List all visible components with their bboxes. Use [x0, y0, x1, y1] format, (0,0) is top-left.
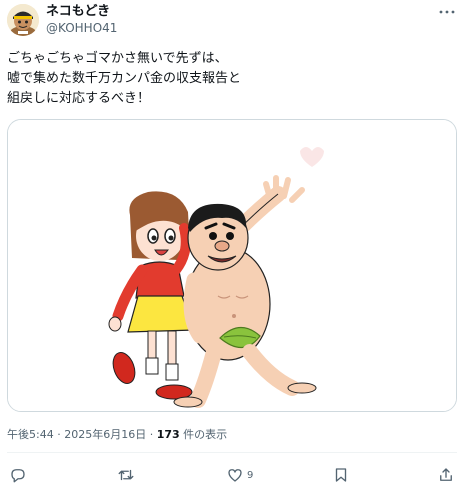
- avatar-image: [7, 4, 39, 36]
- timestamp-separator: ·: [57, 428, 61, 441]
- timestamp-time[interactable]: 午後5:44: [7, 428, 54, 441]
- reply-button[interactable]: [9, 463, 30, 487]
- share-icon: [440, 468, 452, 481]
- display-name[interactable]: ネコもどき: [46, 4, 110, 20]
- more-horizontal-icon: [439, 10, 455, 14]
- views-label: 件の表示: [183, 428, 228, 441]
- tweet-text-line: 組戻しに対応するべき！: [7, 91, 151, 106]
- bookmark-icon: [335, 468, 347, 482]
- like-button[interactable]: 9: [226, 463, 253, 487]
- retweet-button[interactable]: [117, 463, 138, 487]
- retweet-icon: [118, 469, 134, 481]
- tweet-card: ネコもどき @KOHHO41 ごちゃごちゃゴマかさ無いで先ずは、 嘘で集めた数千…: [0, 0, 463, 494]
- user-handle[interactable]: @KOHHO41: [46, 21, 117, 36]
- action-bar: 9: [0, 463, 463, 487]
- tweet-text: ごちゃごちゃゴマかさ無いで先ずは、 嘘で集めた数千万カンパ金の収支報告と 組戻し…: [7, 49, 447, 109]
- tweet-text-line: 嘘で集めた数千万カンパ金の収支報告と: [7, 71, 242, 86]
- like-count: 9: [247, 469, 254, 481]
- timestamp-date[interactable]: 2025年6月16日: [64, 428, 146, 441]
- cartoon-illustration: [8, 120, 456, 411]
- views-count: 173: [156, 428, 180, 441]
- timestamp-separator: ·: [149, 428, 154, 441]
- heart-icon: [228, 469, 242, 482]
- bookmark-button[interactable]: [332, 463, 353, 487]
- avatar[interactable]: [7, 4, 39, 36]
- more-button[interactable]: [436, 2, 458, 22]
- share-button[interactable]: [437, 463, 455, 487]
- reply-icon: [11, 469, 25, 483]
- tweet-text-line: ごちゃごちゃゴマかさ無いで先ずは、: [7, 51, 228, 66]
- tweet-timestamp: 午後5:44 · 2025年6月16日 · 173 件の表示: [7, 428, 227, 442]
- tweet-media-image[interactable]: [7, 119, 457, 412]
- divider: [7, 452, 457, 453]
